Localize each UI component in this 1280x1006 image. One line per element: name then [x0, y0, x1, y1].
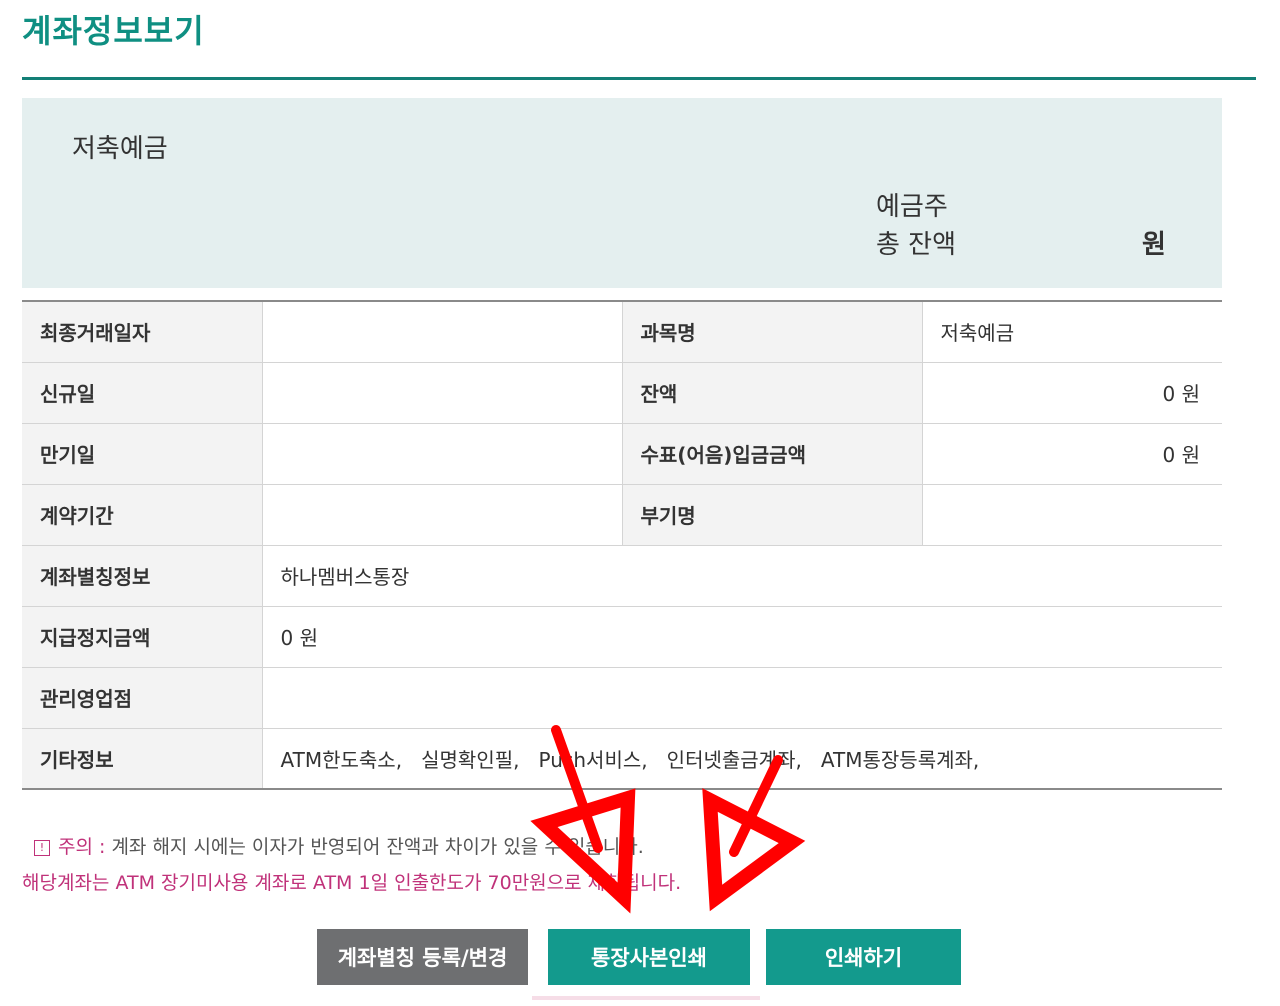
account-info-page: 계좌정보보기 저축예금 예금주 총 잔액 원 최종거래일자 과목명 저축예금 신… — [0, 0, 1280, 1006]
last-transaction-date-value — [261, 301, 622, 363]
table-row: 계약기간 부기명 — [22, 484, 1222, 546]
account-summary-box: 저축예금 예금주 총 잔액 원 — [22, 98, 1222, 288]
subject-name-label: 과목명 — [621, 301, 922, 363]
account-alias-label: 계좌별칭정보 — [22, 545, 262, 607]
check-deposit-amount-value: 0 원 — [921, 423, 1222, 485]
button-focus-underline — [532, 996, 760, 1000]
notice-caution: ! 주의 : 계좌 해지 시에는 이자가 반영되어 잔액과 차이가 있을 수 있습… — [34, 832, 644, 859]
atm-limit-notice: 해당계좌는 ATM 장기미사용 계좌로 ATM 1일 인출한도가 70만원으로 … — [22, 872, 682, 894]
print-button[interactable]: 인쇄하기 — [766, 929, 961, 985]
notice-text: 계좌 해지 시에는 이자가 반영되어 잔액과 차이가 있을 수 있습니다. — [111, 836, 644, 858]
last-transaction-date-label: 최종거래일자 — [22, 301, 262, 363]
other-info-label: 기타정보 — [22, 728, 262, 789]
title-divider — [22, 77, 1256, 80]
contract-period-label: 계약기간 — [22, 484, 262, 546]
account-info-table: 최종거래일자 과목명 저축예금 신규일 잔액 0 원 만기일 수표(어음)입금금… — [22, 300, 1222, 790]
memo-name-label: 부기명 — [621, 484, 922, 546]
table-row: 신규일 잔액 0 원 — [22, 362, 1222, 424]
balance-value: 0 원 — [921, 362, 1222, 424]
table-row: 지급정지금액 0 원 — [22, 606, 1222, 668]
maturity-date-label: 만기일 — [22, 423, 262, 485]
open-date-value — [261, 362, 622, 424]
subject-name-value: 저축예금 — [921, 301, 1222, 363]
other-info-value: ATM한도축소, 실명확인필, Push서비스, 인터넷출금계좌, ATM통장등… — [261, 728, 1222, 789]
contract-period-value — [261, 484, 622, 546]
summary-product-name: 저축예금 — [72, 134, 168, 164]
managing-branch-label: 관리영업점 — [22, 667, 262, 729]
page-title: 계좌정보보기 — [22, 12, 205, 50]
open-date-label: 신규일 — [22, 362, 262, 424]
table-row: 만기일 수표(어음)입금금액 0 원 — [22, 423, 1222, 485]
summary-total-balance-label: 총 잔액 — [876, 230, 957, 260]
memo-name-value — [921, 484, 1222, 546]
account-alias-button[interactable]: 계좌별칭 등록/변경 — [317, 929, 528, 985]
payment-stop-amount-value: 0 원 — [261, 606, 1222, 668]
payment-stop-amount-label: 지급정지금액 — [22, 606, 262, 668]
table-row: 기타정보 ATM한도축소, 실명확인필, Push서비스, 인터넷출금계좌, A… — [22, 728, 1222, 789]
balance-label: 잔액 — [621, 362, 922, 424]
summary-holder-label: 예금주 — [876, 192, 948, 222]
table-row: 계좌별칭정보 하나멤버스통장 — [22, 545, 1222, 607]
summary-total-balance-unit: 원 — [1142, 230, 1166, 260]
passbook-copy-print-button[interactable]: 통장사본인쇄 — [548, 929, 750, 985]
managing-branch-value — [261, 667, 1222, 729]
maturity-date-value — [261, 423, 622, 485]
check-deposit-amount-label: 수표(어음)입금금액 — [621, 423, 922, 485]
table-row: 관리영업점 — [22, 667, 1222, 729]
account-alias-value: 하나멤버스통장 — [261, 545, 1222, 607]
table-row: 최종거래일자 과목명 저축예금 — [22, 301, 1222, 363]
notice-label: 주의 : — [58, 836, 106, 858]
alert-icon: ! — [34, 840, 50, 856]
